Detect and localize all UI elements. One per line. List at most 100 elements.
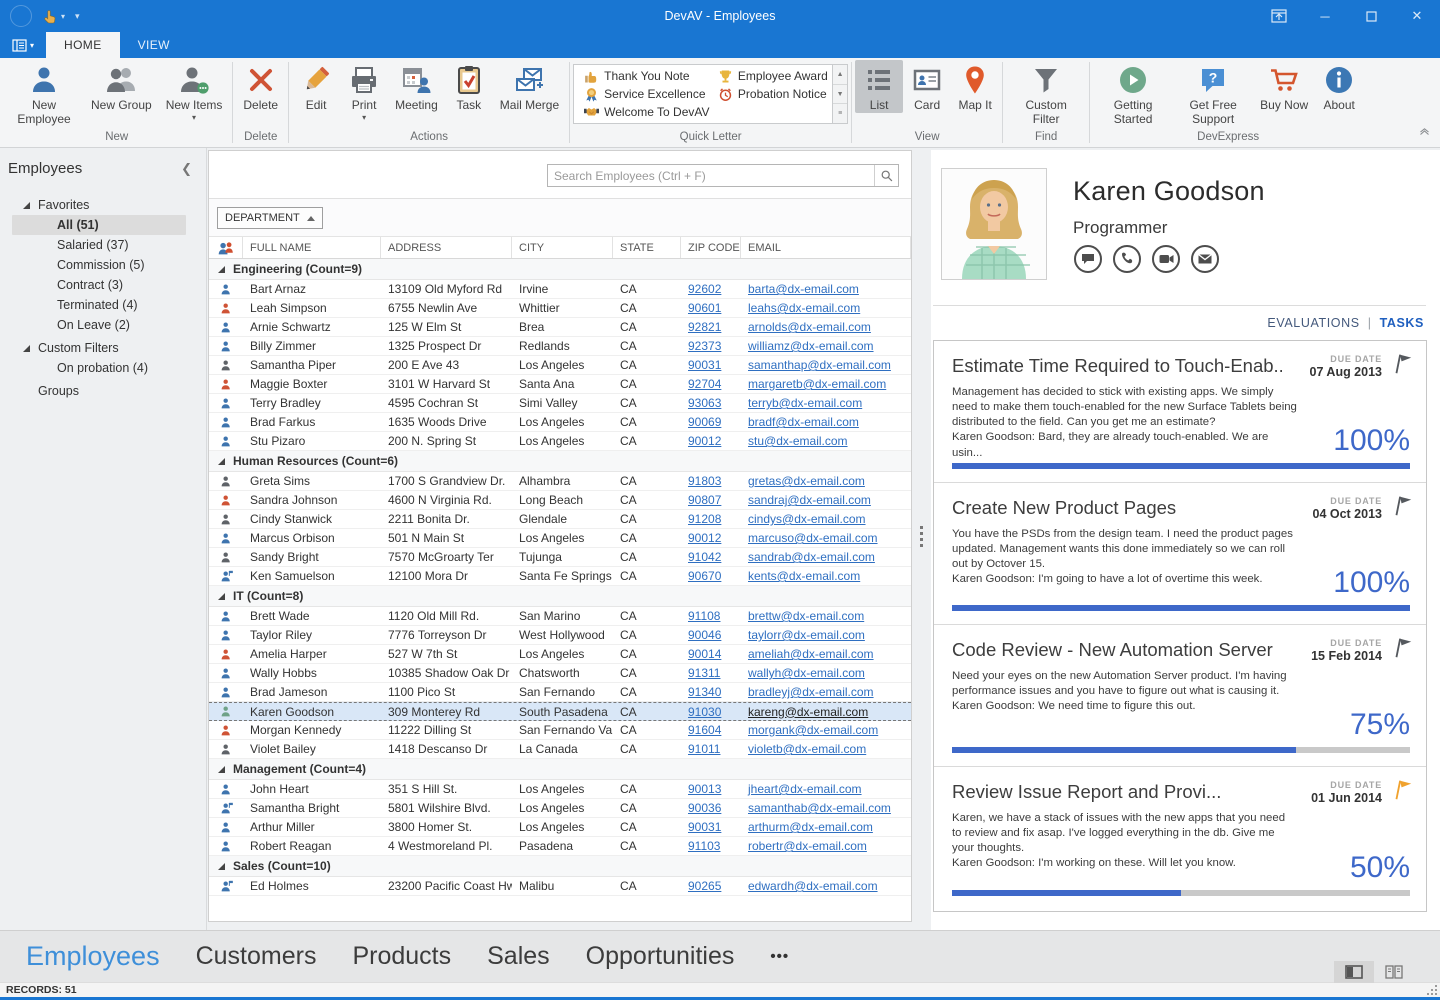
sidebar-item-terminated-4[interactable]: Terminated (4)	[12, 295, 186, 315]
email-link[interactable]: taylorr@dx-email.com	[748, 628, 865, 642]
zip-link[interactable]: 90069	[688, 415, 721, 429]
maximize-button[interactable]	[1348, 0, 1394, 32]
app-menu-button[interactable]: ▾	[0, 32, 46, 58]
zip-link[interactable]: 91103	[688, 839, 720, 853]
meeting-button[interactable]: Meeting	[388, 60, 445, 113]
task-card-review-issue-report-and-provi[interactable]: Review Issue Report and Provi...DUE DATE…	[934, 767, 1426, 909]
zip-link[interactable]: 91030	[688, 705, 721, 719]
sidebar-collapse-icon[interactable]: ❮	[181, 161, 192, 177]
employee-row-terry-bradley[interactable]: Terry Bradley4595 Cochran StSimi ValleyC…	[209, 394, 911, 413]
grid-view-icon[interactable]	[1334, 961, 1374, 983]
get-free-support-button[interactable]: ? Get Free Support	[1173, 60, 1253, 127]
email-link[interactable]: gretas@dx-email.com	[748, 474, 865, 488]
flag-icon[interactable]	[1390, 777, 1414, 801]
custom-filter-button[interactable]: Custom Filter	[1006, 60, 1086, 127]
about-button[interactable]: About	[1315, 60, 1363, 113]
employee-row-ed-holmes[interactable]: Ed Holmes23200 Pacific Coast HwyMalibuCA…	[209, 877, 911, 896]
map-it-button[interactable]: Map It	[951, 60, 999, 113]
zip-link[interactable]: 91011	[688, 742, 720, 756]
gallery-item-thank-you-note[interactable]: Thank You Note	[580, 67, 714, 85]
email-link[interactable]: samanthap@dx-email.com	[748, 358, 891, 372]
employee-row-arthur-miller[interactable]: Arthur Miller3800 Homer St.Los AngelesCA…	[209, 818, 911, 837]
employee-row-wally-hobbs[interactable]: Wally Hobbs10385 Shadow Oak DrChatsworth…	[209, 664, 911, 683]
gallery-item-employee-award[interactable]: Employee Award	[714, 67, 832, 85]
employee-row-stu-pizaro[interactable]: Stu Pizaro200 N. Spring StLos AngelesCA9…	[209, 432, 911, 451]
zip-link[interactable]: 93063	[688, 396, 721, 410]
email-link[interactable]: arnolds@dx-email.com	[748, 320, 871, 334]
employee-row-billy-zimmer[interactable]: Billy Zimmer1325 Prospect DrRedlandsCA92…	[209, 337, 911, 356]
ribbon-display-options-button[interactable]	[1256, 0, 1302, 32]
gallery-scroll-up[interactable]: ▲	[833, 65, 847, 85]
email-link[interactable]: ameliah@dx-email.com	[748, 647, 874, 661]
employee-row-arnie-schwartz[interactable]: Arnie Schwartz125 W Elm StBreaCA92821arn…	[209, 318, 911, 337]
email-link[interactable]: bradleyj@dx-email.com	[748, 685, 874, 699]
employee-row-leah-simpson[interactable]: Leah Simpson6755 Newlin AveWhittierCA906…	[209, 299, 911, 318]
search-input[interactable]	[548, 165, 874, 186]
group-row-management-count-4[interactable]: Management (Count=4)	[209, 759, 911, 780]
resize-grip[interactable]	[1426, 984, 1438, 996]
detail-tab-tasks[interactable]: TASKS	[1380, 316, 1424, 330]
employee-row-sandra-johnson[interactable]: Sandra Johnson4600 N Virginia Rd.Long Be…	[209, 491, 911, 510]
zip-link[interactable]: 90031	[688, 358, 721, 372]
zip-link[interactable]: 90670	[688, 569, 721, 583]
sidebar-section-favorites[interactable]: Favorites	[0, 195, 206, 215]
getting-started-button[interactable]: Getting Started	[1093, 60, 1173, 127]
employee-row-john-heart[interactable]: John Heart351 S Hill St.Los AngelesCA900…	[209, 780, 911, 799]
group-row-sales-count-10[interactable]: Sales (Count=10)	[209, 856, 911, 877]
zip-link[interactable]: 92704	[688, 377, 721, 391]
email-link[interactable]: samanthab@dx-email.com	[748, 801, 891, 815]
zip-link[interactable]: 91604	[688, 723, 721, 737]
chat-icon[interactable]	[1073, 244, 1103, 274]
email-link[interactable]: cindys@dx-email.com	[748, 512, 866, 526]
zip-link[interactable]: 91108	[688, 609, 720, 623]
task-button[interactable]: Task	[445, 60, 493, 113]
employee-row-marcus-orbison[interactable]: Marcus Orbison501 N Main StLos AngelesCA…	[209, 529, 911, 548]
email-link[interactable]: arthurm@dx-email.com	[748, 820, 873, 834]
group-row-human-resources-count-6[interactable]: Human Resources (Count=6)	[209, 451, 911, 472]
email-link[interactable]: sandraj@dx-email.com	[748, 493, 871, 507]
buy-now-button[interactable]: Buy Now	[1253, 60, 1315, 113]
flag-icon[interactable]	[1390, 635, 1414, 659]
email-link[interactable]: kents@dx-email.com	[748, 569, 860, 583]
email-link[interactable]: sandrab@dx-email.com	[748, 550, 875, 564]
zip-link[interactable]: 90046	[688, 628, 721, 642]
zip-link[interactable]: 90601	[688, 301, 721, 315]
employee-row-violet-bailey[interactable]: Violet Bailey1418 Descanso DrLa CanadaCA…	[209, 740, 911, 759]
sidebar-item-on-leave-2[interactable]: On Leave (2)	[12, 315, 186, 335]
email-link[interactable]: williamz@dx-email.com	[748, 339, 874, 353]
touch-mode-icon[interactable]: ▾	[42, 8, 65, 24]
employee-row-amelia-harper[interactable]: Amelia Harper527 W 7th StLos AngelesCA90…	[209, 645, 911, 664]
email-link[interactable]: leahs@dx-email.com	[748, 301, 860, 315]
group-row-engineering-count-9[interactable]: Engineering (Count=9)	[209, 259, 911, 280]
card-button[interactable]: Card	[903, 60, 951, 113]
email-link[interactable]: violetb@dx-email.com	[748, 742, 866, 756]
sidebar-item-on-probation-4[interactable]: On probation (4)	[12, 358, 186, 378]
video-icon[interactable]	[1151, 244, 1181, 274]
email-link[interactable]: marcuso@dx-email.com	[748, 531, 878, 545]
zip-link[interactable]: 90031	[688, 820, 721, 834]
nav-item-opportunities[interactable]: Opportunities	[586, 942, 735, 971]
close-button[interactable]: ✕	[1394, 0, 1440, 32]
zip-link[interactable]: 91803	[688, 474, 721, 488]
zip-link[interactable]: 92373	[688, 339, 721, 353]
column-header-email[interactable]: EMAIL	[741, 237, 911, 258]
flag-icon[interactable]	[1390, 351, 1414, 375]
zip-link[interactable]: 91042	[688, 550, 721, 564]
employee-row-sandy-bright[interactable]: Sandy Bright7570 McGroarty TerTujungaCA9…	[209, 548, 911, 567]
search-icon[interactable]	[874, 165, 898, 186]
new-items-button[interactable]: New Items▾	[159, 60, 230, 122]
employee-row-brad-farkus[interactable]: Brad Farkus1635 Woods DriveLos AngelesCA…	[209, 413, 911, 432]
column-header-full-name[interactable]: FULL NAME	[243, 237, 381, 258]
email-link[interactable]: jheart@dx-email.com	[748, 782, 862, 796]
employee-row-maggie-boxter[interactable]: Maggie Boxter3101 W Harvard StSanta AnaC…	[209, 375, 911, 394]
email-link[interactable]: margaretb@dx-email.com	[748, 377, 886, 391]
column-header-zip-code[interactable]: ZIP CODE	[681, 237, 741, 258]
nav-item-employees[interactable]: Employees	[26, 941, 160, 972]
email-link[interactable]: robertr@dx-email.com	[748, 839, 867, 853]
zip-link[interactable]: 90013	[688, 782, 721, 796]
zip-link[interactable]: 91208	[688, 512, 721, 526]
nav-item-sales[interactable]: Sales	[487, 942, 550, 971]
gallery-item-service-excellence[interactable]: Service Excellence	[580, 85, 714, 103]
phone-icon[interactable]	[1112, 244, 1142, 274]
employee-row-samantha-bright[interactable]: Samantha Bright5801 Wilshire Blvd.Los An…	[209, 799, 911, 818]
